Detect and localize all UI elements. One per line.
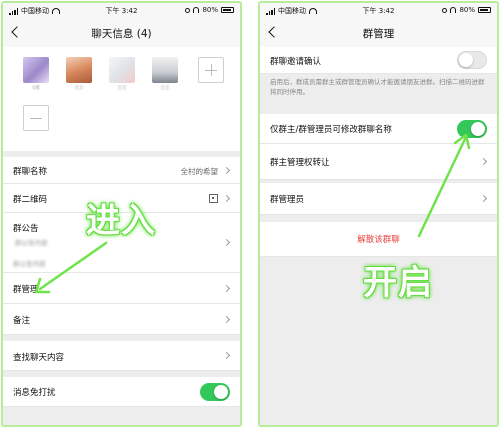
right-phone-screen: 中国移动 下午 3:42 80% 群管理 群聊邀请确认 启用后，群成员需群主或群… [258, 1, 499, 427]
pointer-arrow-icon [417, 133, 471, 238]
left-phone-screen: 中国移动 下午 3:42 80% 聊天信息 (4) Q家 兰兰 兰兰 兰兰 群聊… [1, 1, 242, 427]
pointer-arrow-icon [34, 241, 108, 294]
